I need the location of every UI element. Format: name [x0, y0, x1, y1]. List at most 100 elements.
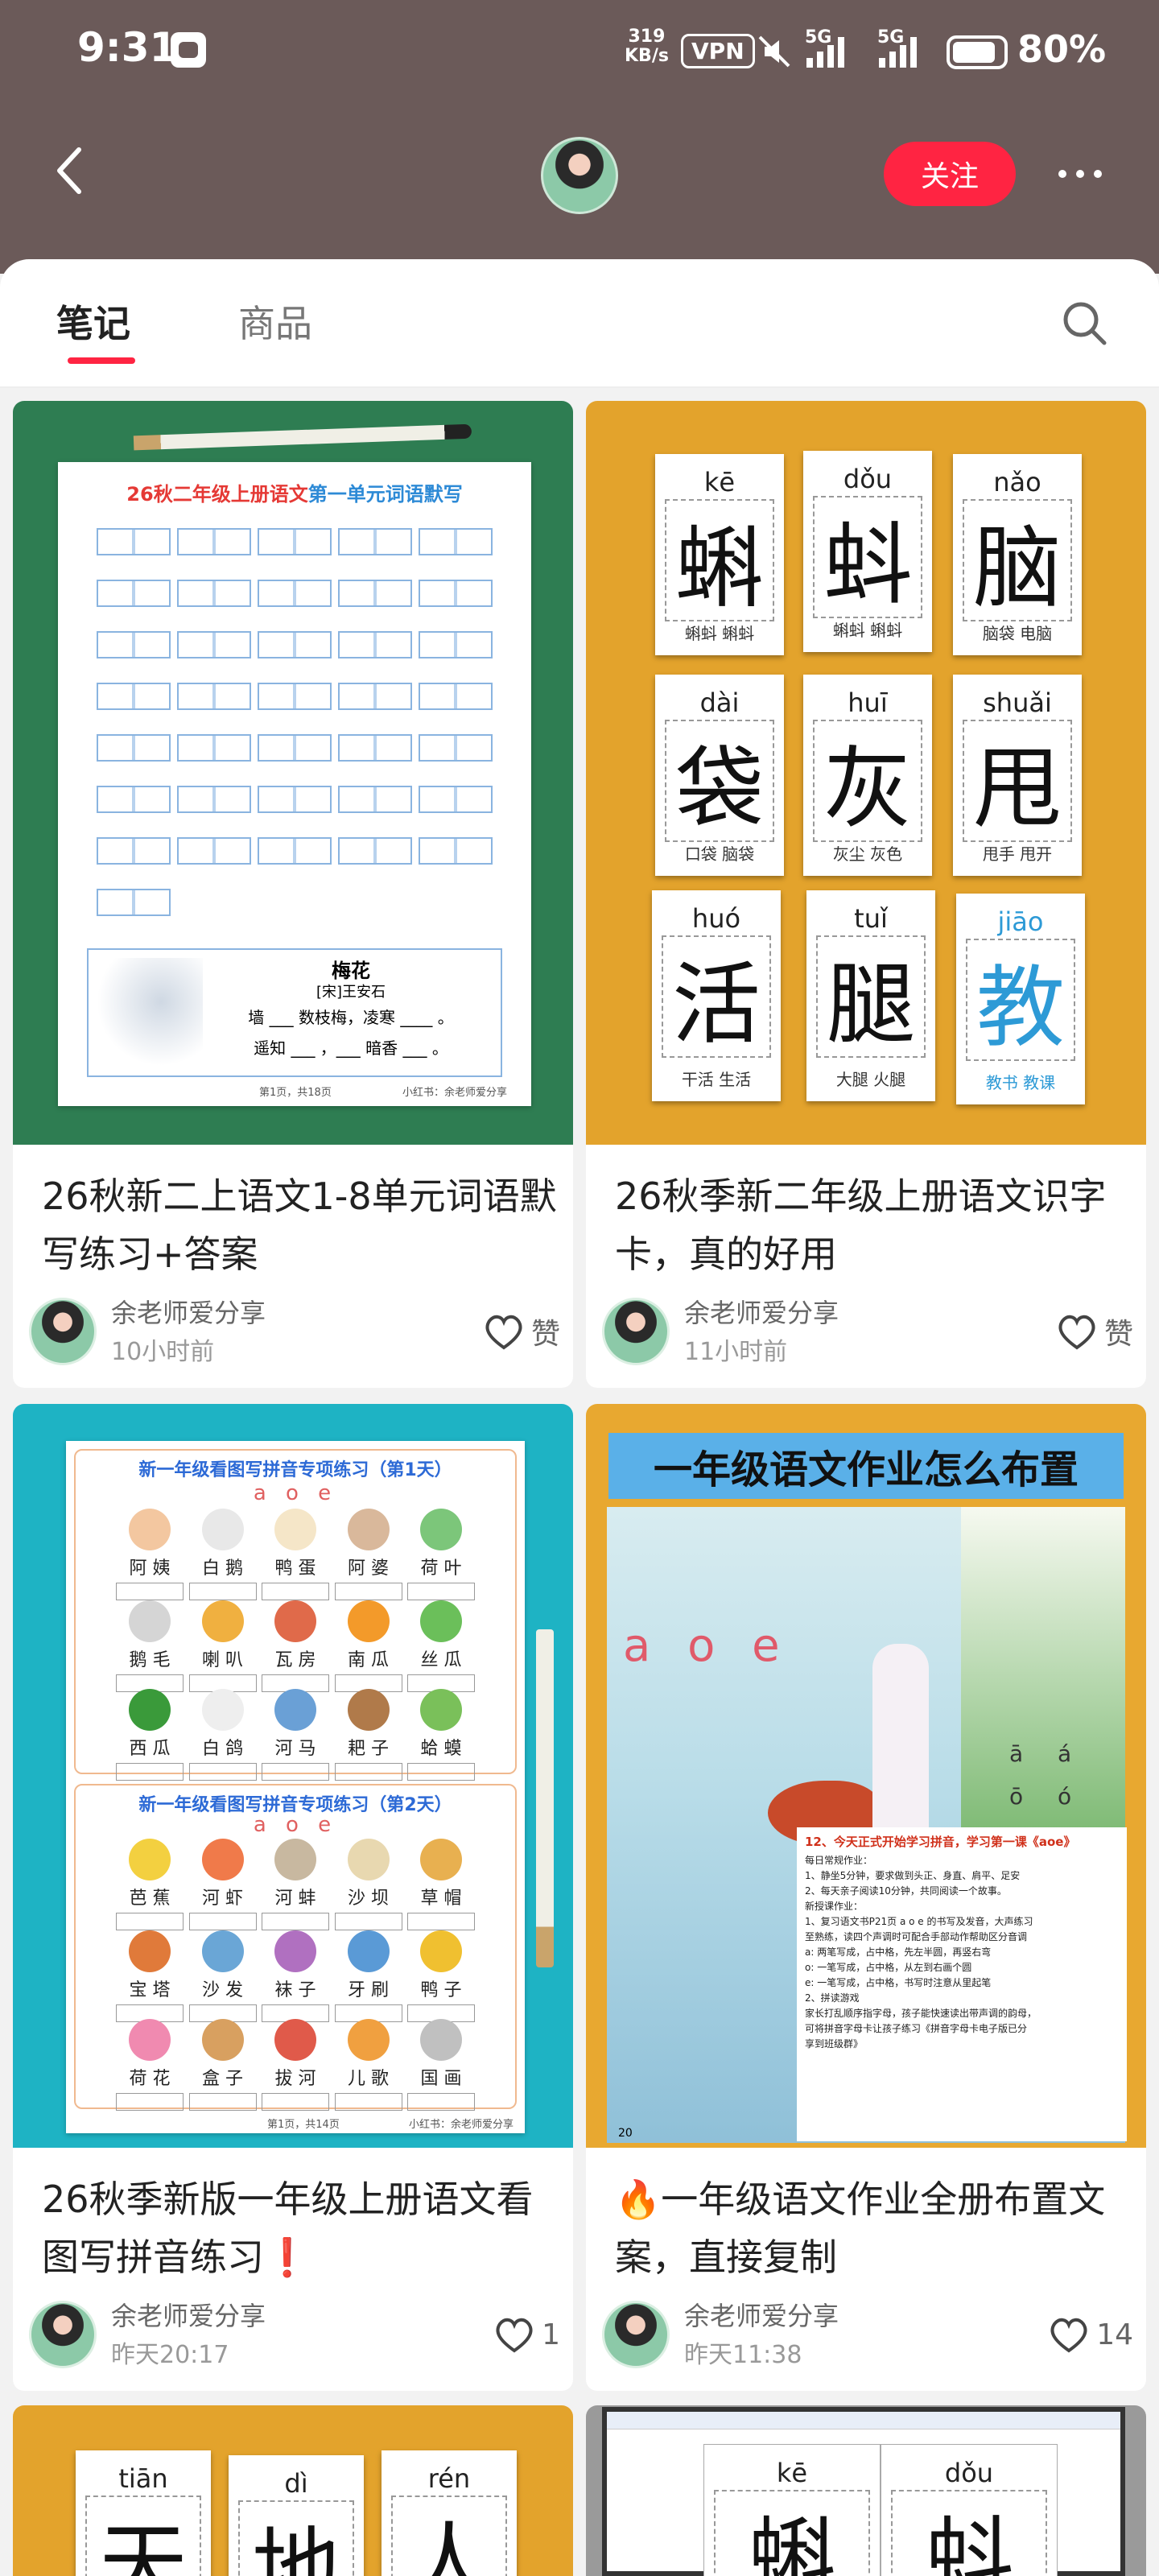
post-time: 11小时前	[684, 1338, 788, 1366]
character-card: huó 活干活 生活	[652, 890, 781, 1101]
heart-icon	[496, 2318, 533, 2353]
right-page: āá ōó ēé	[961, 1507, 1125, 1852]
pinyin-grid	[97, 504, 493, 916]
active-tab-indicator	[68, 357, 135, 364]
like-count: 赞	[1103, 1318, 1133, 1351]
plum-blossom-drawing	[98, 958, 203, 1067]
like-button[interactable]: 赞	[1056, 1309, 1133, 1354]
follow-button[interactable]: 关注	[884, 142, 1016, 206]
note-cover-image[interactable]: kē 蝌 dǒu 蚪	[586, 2405, 1146, 2576]
note-card[interactable]: 一年级语文作业怎么布置 a o e āá ōó ēé 20 12、今天正式开始学…	[586, 1404, 1146, 2391]
note-meta: 余老师爱分享 10小时前 赞	[29, 1293, 560, 1366]
heart-icon	[1050, 2318, 1087, 2353]
poem-box: 梅花 [宋]王安石 墙 ___ 数枝梅，凌寒 ____ 。 遥知 ___ ，__…	[87, 948, 502, 1077]
note-title[interactable]: 26秋季新二年级上册语文识字卡，真的好用	[615, 1167, 1130, 1283]
note-card[interactable]: kē 蝌 dǒu 蚪	[586, 2405, 1146, 2576]
author-name[interactable]: 余老师爱分享	[684, 1293, 839, 1330]
like-count: 1	[542, 2318, 560, 2351]
tab-bar: 笔记 商品	[0, 259, 1159, 388]
note-title[interactable]: 🔥一年级语文作业全册布置文案，直接复制	[615, 2170, 1130, 2286]
tab-notes[interactable]: 笔记	[56, 295, 130, 348]
like-count: 14	[1096, 2318, 1133, 2351]
author-avatar[interactable]	[29, 2301, 97, 2368]
battery-icon	[947, 35, 1008, 69]
picture-row: 阿 姨 白 鹅 鸭 蛋 阿 婆 荷 叶	[116, 1509, 475, 1600]
note-cover-image[interactable]: 一年级语文作业怎么布置 a o e āá ōó ēé 20 12、今天正式开始学…	[586, 1404, 1146, 2148]
tab-products[interactable]: 商品	[238, 295, 312, 348]
note-title[interactable]: 26秋季新版一年级上册语文看图写拼音练习❗	[42, 2170, 557, 2286]
worksheet-paper: 26秋二年级上册语文第一单元词语默写 梅花 [宋]王安石 墙 ___ 数枝梅，凌…	[58, 462, 531, 1106]
character-card: kē 蝌	[703, 2444, 881, 2576]
grid-row	[97, 607, 493, 658]
author-avatar[interactable]	[541, 137, 618, 214]
status-time: 9:31	[77, 24, 178, 71]
picture-row: 西 瓜 白 鸽 河 马 耙 子 蛤 蟆	[116, 1689, 475, 1781]
character-card: nǎo 脑脑袋 电脑	[953, 454, 1082, 655]
girl-drawing	[872, 1644, 929, 1853]
note-cover-image[interactable]: tiān 天 dì 地 rén 人	[13, 2405, 573, 2576]
header-background: 9:31 319 KB/s VPN 5G 5G 80% 关注	[0, 0, 1159, 274]
author-avatar[interactable]	[602, 2301, 670, 2368]
note-card[interactable]: 新一年级看图写拼音专项练习（第1天） a o e 阿 姨 白 鹅 鸭 蛋 阿 婆…	[13, 1404, 573, 2391]
homework-note: 12、今天正式开始学习拼音，学习第一课《aoe》 每日常规作业： 1、静坐5分钟，…	[797, 1827, 1127, 2141]
character-card: dài 袋口袋 脑袋	[655, 675, 784, 876]
note-cover-image[interactable]: 新一年级看图写拼音专项练习（第1天） a o e 阿 姨 白 鹅 鸭 蛋 阿 婆…	[13, 1404, 573, 2148]
note-card[interactable]: kē 蝌蝌蚪 蝌蚪 dǒu 蚪蝌蚪 蝌蚪 nǎo 脑脑袋 电脑 dài 袋口袋 脑袋 h…	[586, 401, 1146, 1388]
grid-row	[97, 658, 493, 710]
character-card: dǒu 蚪蝌蚪 蝌蚪	[803, 451, 932, 652]
heart-icon	[485, 1315, 522, 1350]
vpn-badge: VPN	[681, 34, 755, 68]
author-name[interactable]: 余老师爱分享	[684, 2296, 839, 2333]
worksheet-paper: 新一年级看图写拼音专项练习（第1天） a o e 阿 姨 白 鹅 鸭 蛋 阿 婆…	[66, 1441, 525, 2133]
character-card: kē 蝌蝌蚪 蝌蚪	[655, 454, 784, 655]
profile-nav: 关注	[0, 121, 1159, 225]
character-card: jiāo 教教书 教课	[956, 894, 1085, 1104]
like-button[interactable]: 赞	[483, 1309, 560, 1354]
grid-row	[97, 710, 493, 762]
author-avatar[interactable]	[602, 1298, 670, 1365]
like-count: 赞	[530, 1318, 560, 1351]
note-title[interactable]: 26秋新二上语文1-8单元词语默写练习+答案	[42, 1167, 557, 1283]
note-card[interactable]: tiān 天 dì 地 rén 人	[13, 2405, 573, 2576]
grid-row	[97, 504, 493, 555]
like-button[interactable]: 1	[493, 2312, 560, 2357]
network-speed: 319 KB/s	[625, 27, 669, 66]
post-time: 10小时前	[111, 1338, 215, 1366]
author-name[interactable]: 余老师爱分享	[111, 2296, 266, 2333]
pencil-graphic	[536, 1629, 554, 1967]
grid-row	[97, 865, 493, 916]
picture-row: 鹅 毛 喇 叭 瓦 房 南 瓜 丝 瓜	[116, 1600, 475, 1692]
note-cover-image[interactable]: kē 蝌蝌蚪 蝌蚪 dǒu 蚪蝌蚪 蝌蚪 nǎo 脑脑袋 电脑 dài 袋口袋 脑袋 h…	[586, 401, 1146, 1145]
grid-row	[97, 813, 493, 865]
author-name[interactable]: 余老师爱分享	[111, 1293, 266, 1330]
character-card: tiān 天	[76, 2450, 211, 2576]
author-avatar[interactable]	[29, 1298, 97, 1365]
grid-row	[97, 555, 493, 607]
picture-row: 宝 塔 沙 发 袜 子 牙 刷 鸭 子	[116, 1930, 475, 2022]
character-card: shuǎi 甩甩手 甩开	[953, 675, 1082, 876]
mute-icon	[758, 35, 790, 68]
like-button[interactable]: 14	[1048, 2312, 1133, 2357]
note-meta: 余老师爱分享 昨天11:38 14	[602, 2296, 1133, 2369]
status-bar: 9:31 319 KB/s VPN 5G 5G 80%	[0, 0, 1159, 105]
search-icon[interactable]	[1056, 295, 1114, 353]
character-card: dǒu 蚪	[881, 2444, 1058, 2576]
notification-app-icon	[171, 32, 206, 68]
picture-row: 芭 蕉 河 虾 河 蚌 沙 坝 草 帽	[116, 1839, 475, 1930]
signal-icon-1	[806, 35, 844, 68]
character-card: huī 灰灰尘 灰色	[803, 675, 932, 876]
monitor-screen: kē 蝌 dǒu 蚪	[602, 2407, 1125, 2576]
character-card: rén 人	[382, 2450, 517, 2576]
cover-banner: 一年级语文作业怎么布置	[608, 1433, 1124, 1499]
note-card[interactable]: 26秋二年级上册语文第一单元词语默写 梅花 [宋]王安石 墙 ___ 数枝梅，凌…	[13, 401, 573, 1388]
picture-row: 荷 花 盒 子 拔 河 儿 歌 国 画	[116, 2019, 475, 2111]
back-arrow-icon[interactable]	[42, 138, 106, 203]
post-time: 昨天20:17	[111, 2341, 229, 2369]
more-options-icon[interactable]	[1048, 153, 1112, 195]
grid-row	[97, 762, 493, 813]
note-meta: 余老师爱分享 昨天20:17 1	[29, 2296, 560, 2369]
note-meta: 余老师爱分享 11小时前 赞	[602, 1293, 1133, 1366]
note-cover-image[interactable]: 26秋二年级上册语文第一单元词语默写 梅花 [宋]王安石 墙 ___ 数枝梅，凌…	[13, 401, 573, 1145]
character-card: tuǐ 腿大腿 火腿	[806, 890, 935, 1101]
battery-percent: 80%	[1017, 27, 1107, 71]
